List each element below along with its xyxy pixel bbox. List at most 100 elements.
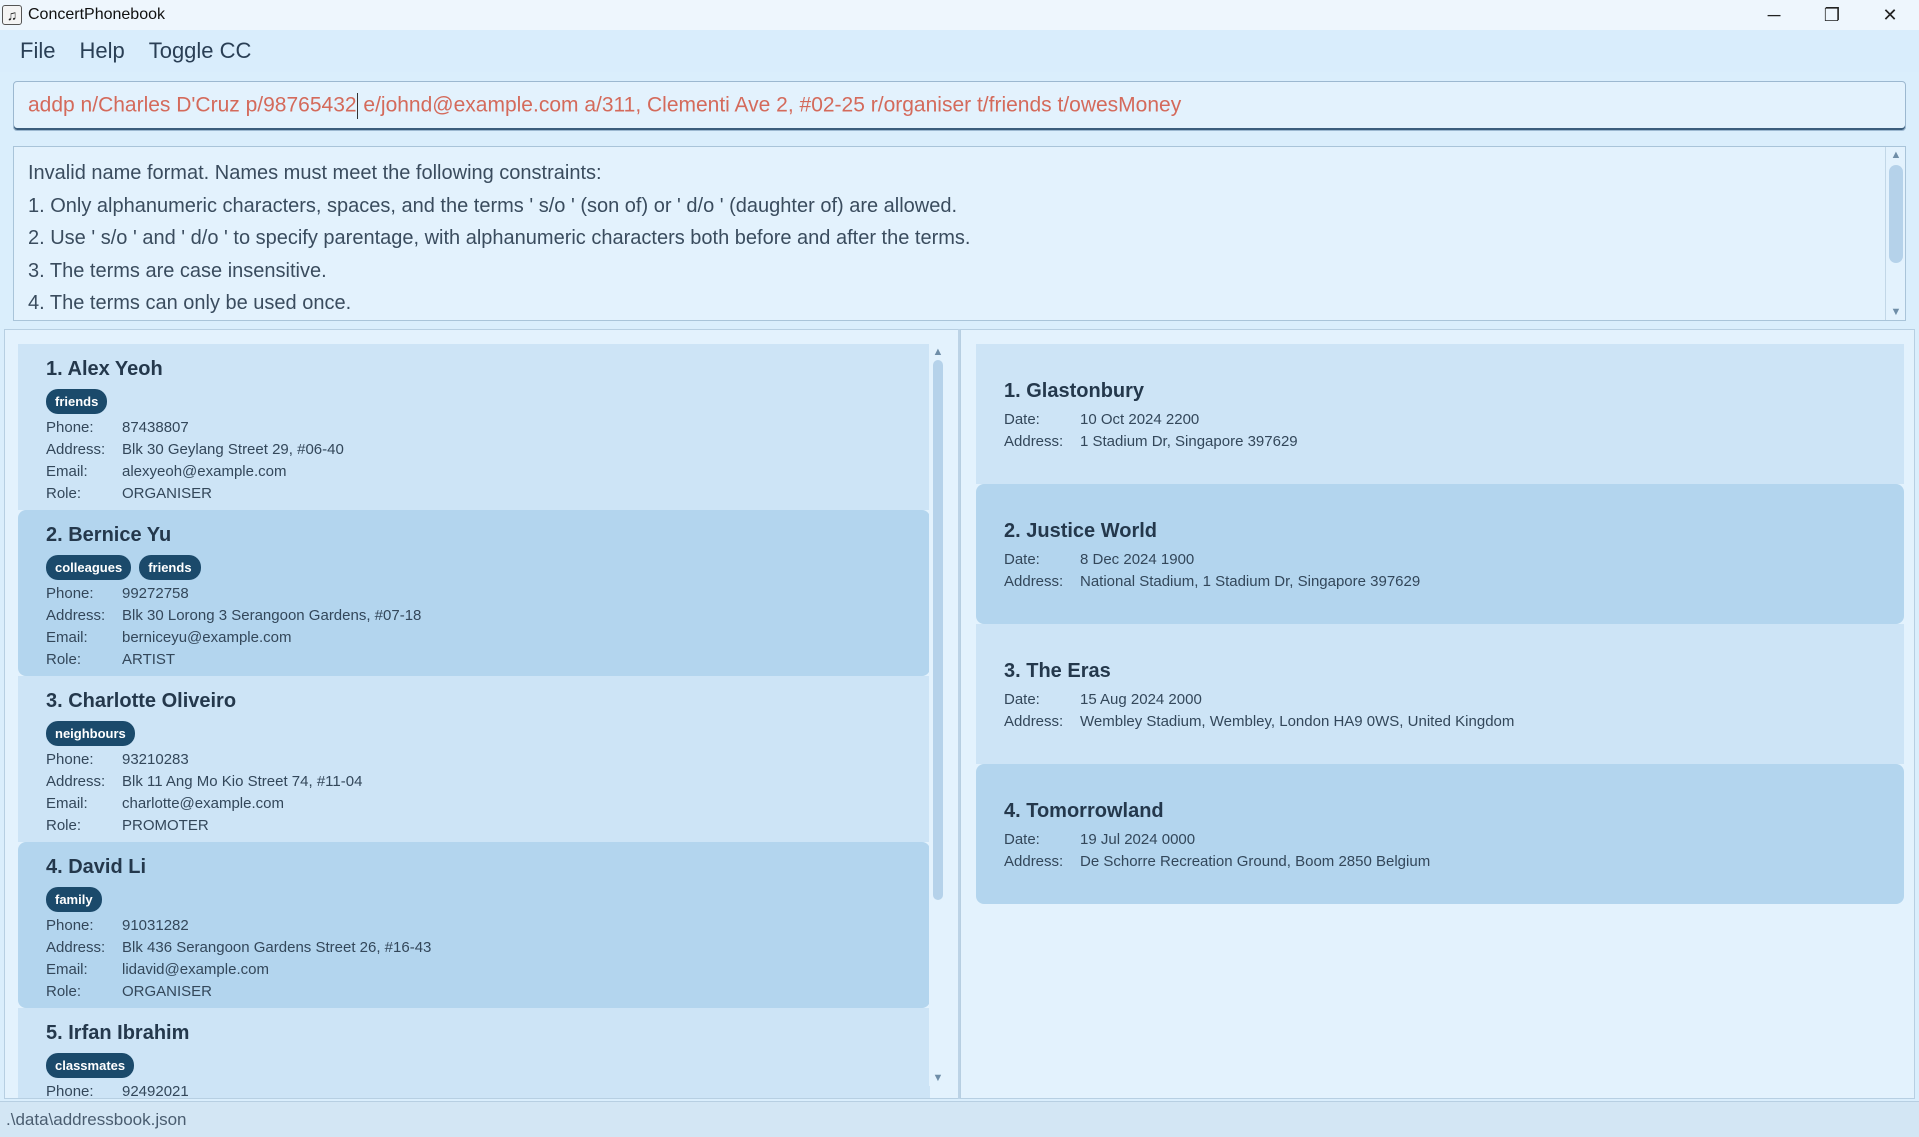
address-row: Address: Blk 436 Serangoon Gardens Street… — [46, 936, 930, 958]
date-value: 8 Dec 2024 1900 — [1080, 550, 1195, 568]
scroll-up-icon[interactable]: ▲ — [929, 344, 947, 360]
tag-list: colleagues friends — [46, 552, 930, 582]
menu-help[interactable]: Help — [67, 38, 136, 64]
restore-button[interactable]: ❐ — [1803, 0, 1861, 30]
result-scroll-thumb[interactable] — [1889, 165, 1903, 263]
tag: family — [46, 886, 102, 912]
command-before-caret: addp n/Charles D'Cruz p/98765432 — [28, 93, 357, 117]
person-card[interactable]: 4. David Li family Phone: 91031282 Addres… — [18, 842, 930, 1008]
scroll-down-icon[interactable]: ▼ — [1886, 304, 1905, 320]
phone-label: Phone: — [46, 750, 94, 768]
window-controls: ─ ❐ ✕ — [1745, 0, 1919, 30]
address-value: Blk 30 Lorong 3 Serangoon Gardens, #07-1… — [122, 606, 422, 624]
concert-name: 1. Glastonbury — [1004, 380, 1145, 402]
result-line: Invalid name format. Names must meet the… — [28, 162, 602, 184]
address-row: Address: De Schorre Recreation Ground, Bo… — [1004, 850, 1904, 872]
address-label: Address: — [1004, 712, 1064, 730]
address-value: De Schorre Recreation Ground, Boom 2850 … — [1080, 852, 1431, 870]
tag: classmates — [46, 1052, 135, 1078]
tag: neighbours — [46, 720, 135, 746]
tag: colleagues — [46, 554, 132, 580]
address-row: Address: Blk 11 Ang Mo Kio Street 74, #11… — [46, 770, 930, 792]
command-after-caret: e/johnd@example.com a/311, Clementi Ave … — [357, 93, 1182, 117]
concert-list-panel: 1. Glastonbury Date: 10 Oct 2024 2200 Add… — [960, 329, 1915, 1099]
concert-card[interactable]: 3. The Eras Date: 15 Aug 2024 2000 Addres… — [976, 624, 1904, 764]
email-row: Email: charlotte@example.com — [46, 792, 930, 814]
address-label: Address: — [46, 440, 106, 458]
minimize-button[interactable]: ─ — [1745, 0, 1803, 30]
phone-row: Phone: 93210283 — [46, 748, 930, 770]
role-label: Role: — [46, 650, 82, 668]
tag: friends — [139, 554, 201, 580]
tag-list: family — [46, 884, 930, 914]
address-value: National Stadium, 1 Stadium Dr, Singapor… — [1080, 572, 1421, 590]
role-value: ORGANISER — [122, 982, 213, 1000]
address-value: Blk 11 Ang Mo Kio Street 74, #11-04 — [122, 772, 363, 790]
close-button[interactable]: ✕ — [1861, 0, 1919, 30]
date-label: Date: — [1004, 690, 1040, 708]
result-line: 4. The terms can only be used once. — [28, 292, 352, 314]
command-text: addp n/Charles D'Cruz p/98765432 e/johnd… — [28, 93, 1181, 119]
person-name: 1. Alex Yeoh — [46, 358, 163, 380]
email-label: Email: — [46, 960, 88, 978]
result-line: 1. Only alphanumeric characters, spaces,… — [28, 194, 958, 217]
phone-value: 91031282 — [122, 916, 189, 934]
tag-list: classmates — [46, 1050, 930, 1080]
scroll-up-icon[interactable]: ▲ — [1886, 147, 1905, 163]
concert-card[interactable]: 4. Tomorrowland Date: 19 Jul 2024 0000 Ad… — [976, 764, 1904, 904]
person-card[interactable]: 1. Alex Yeoh friends Phone: 87438807 Addr… — [18, 344, 930, 510]
phone-value: 87438807 — [122, 418, 189, 436]
concert-name: 2. Justice World — [1004, 520, 1158, 542]
email-label: Email: — [46, 628, 88, 646]
address-label: Address: — [46, 938, 106, 956]
concert-name: 3. The Eras — [1004, 660, 1111, 682]
command-input[interactable]: addp n/Charles D'Cruz p/98765432 e/johnd… — [13, 81, 1906, 131]
phone-label: Phone: — [46, 916, 94, 934]
email-value: alexyeoh@example.com — [122, 462, 287, 480]
tag-list: friends — [46, 386, 930, 416]
person-card[interactable]: 3. Charlotte Oliveiro neighbours Phone: 9… — [18, 676, 930, 842]
concert-card[interactable]: 1. Glastonbury Date: 10 Oct 2024 2200 Add… — [976, 344, 1904, 484]
person-scroll-thumb[interactable] — [933, 360, 943, 900]
role-label: Role: — [46, 982, 82, 1000]
date-row: Date: 8 Dec 2024 1900 — [1004, 548, 1904, 570]
email-row: Email: berniceyu@example.com — [46, 626, 930, 648]
person-name: 4. David Li — [46, 856, 147, 878]
result-line: 3. The terms are case insensitive. — [28, 259, 327, 282]
concert-list: 1. Glastonbury Date: 10 Oct 2024 2200 Add… — [976, 344, 1904, 904]
person-card[interactable]: 5. Irfan Ibrahim classmates Phone: 924920… — [18, 1008, 930, 1099]
address-row: Address: National Stadium, 1 Stadium Dr, … — [1004, 570, 1904, 592]
menu-file[interactable]: File — [8, 38, 67, 64]
result-display[interactable]: Invalid name format. Names must meet the… — [13, 146, 1906, 321]
window-title: ConcertPhonebook — [28, 6, 165, 23]
role-label: Role: — [46, 816, 82, 834]
person-list-scrollbar[interactable]: ▲ ▼ — [929, 344, 947, 1086]
date-value: 10 Oct 2024 2200 — [1080, 410, 1200, 428]
email-value: lidavid@example.com — [122, 960, 269, 978]
phone-row: Phone: 99272758 — [46, 582, 930, 604]
phone-row: Phone: 92492021 — [46, 1080, 930, 1099]
address-label: Address: — [46, 772, 106, 790]
role-value: ARTIST — [122, 650, 176, 668]
save-file-path: .\data\addressbook.json — [6, 1109, 187, 1129]
phone-label: Phone: — [46, 1082, 94, 1099]
scroll-down-icon[interactable]: ▼ — [929, 1070, 947, 1086]
address-label: Address: — [1004, 432, 1064, 450]
concert-card[interactable]: 2. Justice World Date: 8 Dec 2024 1900 Ad… — [976, 484, 1904, 624]
role-row: Role: ORGANISER — [46, 482, 930, 504]
address-label: Address: — [1004, 852, 1064, 870]
person-card[interactable]: 2. Bernice Yu colleagues friends Phone: 9… — [18, 510, 930, 676]
result-line: 2. Use ' s/o ' and ' d/o ' to specify pa… — [28, 227, 971, 249]
phone-value: 99272758 — [122, 584, 189, 602]
menu-toggle-cc[interactable]: Toggle CC — [137, 38, 264, 64]
phone-row: Phone: 87438807 — [46, 416, 930, 438]
email-label: Email: — [46, 462, 88, 480]
person-name: 2. Bernice Yu — [46, 524, 172, 546]
tag: friends — [46, 388, 108, 414]
person-list-panel: 1. Alex Yeoh friends Phone: 87438807 Addr… — [4, 329, 959, 1099]
result-scrollbar[interactable]: ▲ ▼ — [1885, 147, 1905, 320]
address-label: Address: — [46, 606, 106, 624]
address-value: Blk 436 Serangoon Gardens Street 26, #16… — [122, 938, 432, 956]
date-row: Date: 19 Jul 2024 0000 — [1004, 828, 1904, 850]
address-value: Wembley Stadium, Wembley, London HA9 0WS… — [1080, 712, 1515, 730]
